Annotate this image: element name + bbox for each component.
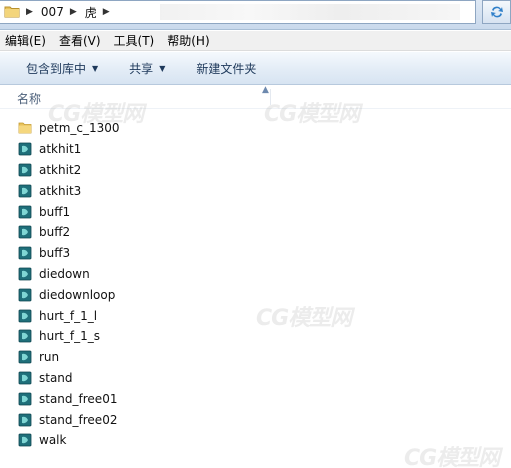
address-blur <box>160 4 460 20</box>
file-list: petm_c_1300 atkhit1 atkhit2 atkhit3 buff… <box>0 118 511 451</box>
list-item[interactable]: diedown <box>0 264 511 285</box>
list-item[interactable]: buff2 <box>0 222 511 243</box>
list-item-label: stand_free02 <box>39 412 118 427</box>
folder-icon <box>4 4 20 21</box>
list-item[interactable]: atkhit1 <box>0 139 511 160</box>
list-item[interactable]: stand_free01 <box>0 388 511 409</box>
list-item-label: buff3 <box>39 246 71 261</box>
menu-bar: 编辑(E) 查看(V) 工具(T) 帮助(H) <box>0 31 511 51</box>
list-item-label: petm_c_1300 <box>39 121 120 136</box>
refresh-button[interactable] <box>482 0 511 24</box>
list-item[interactable]: run <box>0 347 511 368</box>
list-item-label: atkhit2 <box>39 162 82 177</box>
list-item[interactable]: hurt_f_1_l <box>0 305 511 326</box>
refresh-icon <box>490 6 503 18</box>
file-icon <box>18 413 32 427</box>
file-icon <box>18 163 32 177</box>
menu-view[interactable]: 查看(V) <box>54 32 109 49</box>
file-icon <box>18 225 32 239</box>
file-icon <box>18 288 32 302</box>
address-box[interactable]: ▶ 007 ▶ 虎 ▶ <box>0 0 476 24</box>
list-item-label: run <box>39 350 60 365</box>
list-item[interactable]: walk <box>0 430 511 451</box>
list-item[interactable]: hurt_f_1_s <box>0 326 511 347</box>
breadcrumb-chevron-icon[interactable]: ▶ <box>26 7 33 17</box>
list-item[interactable]: stand <box>0 368 511 389</box>
breadcrumb-chevron-icon[interactable]: ▶ <box>103 7 110 17</box>
file-icon <box>18 142 32 156</box>
file-icon <box>18 329 32 343</box>
include-in-library-button[interactable]: 包含到库中 ▼ <box>26 60 98 77</box>
breadcrumb-item[interactable]: 007 <box>41 5 64 19</box>
list-item-label: stand_free01 <box>39 391 118 406</box>
menu-help[interactable]: 帮助(H) <box>162 32 217 49</box>
list-item-label: stand <box>39 370 73 385</box>
chevron-down-icon: ▼ <box>92 63 99 73</box>
file-icon <box>18 267 32 281</box>
list-item-label: hurt_f_1_l <box>39 308 98 323</box>
list-item[interactable]: stand_free02 <box>0 409 511 430</box>
list-item-label: buff1 <box>39 204 71 219</box>
list-item-label: hurt_f_1_s <box>39 329 100 344</box>
share-label: 共享 <box>129 61 154 76</box>
address-bar: ▶ 007 ▶ 虎 ▶ <box>0 0 511 30</box>
file-icon <box>18 433 32 447</box>
chevron-down-icon: ▼ <box>159 63 166 73</box>
list-item-label: buff2 <box>39 225 71 240</box>
list-item[interactable]: diedownloop <box>0 284 511 305</box>
list-item[interactable]: buff1 <box>0 201 511 222</box>
list-item-label: atkhit1 <box>39 142 82 157</box>
command-bar: 包含到库中 ▼ 共享 ▼ 新建文件夹 <box>0 52 511 85</box>
new-folder-label: 新建文件夹 <box>196 61 257 76</box>
menu-tools[interactable]: 工具(T) <box>109 32 163 49</box>
list-item-label: walk <box>39 433 67 448</box>
file-icon <box>18 371 32 385</box>
menu-edit[interactable]: 编辑(E) <box>0 32 54 49</box>
list-item-label: diedownloop <box>39 287 116 302</box>
folder-icon <box>18 121 32 135</box>
file-icon <box>18 309 32 323</box>
list-item[interactable]: buff3 <box>0 243 511 264</box>
file-icon <box>18 350 32 364</box>
column-name-header[interactable]: 名称 <box>17 90 41 107</box>
include-in-library-label: 包含到库中 <box>26 61 87 76</box>
share-button[interactable]: 共享 ▼ <box>129 60 165 77</box>
file-icon <box>18 392 32 406</box>
list-item-label: diedown <box>39 266 90 281</box>
file-icon <box>18 205 32 219</box>
new-folder-button[interactable]: 新建文件夹 <box>196 60 256 77</box>
list-item[interactable]: petm_c_1300 <box>0 118 511 139</box>
file-icon <box>18 246 32 260</box>
file-icon <box>18 184 32 198</box>
breadcrumb-item[interactable]: 虎 <box>85 4 97 21</box>
breadcrumb-chevron-icon[interactable]: ▶ <box>70 7 77 17</box>
sort-ascending-icon: ▲ <box>262 85 269 95</box>
list-item[interactable]: atkhit2 <box>0 160 511 181</box>
list-item[interactable]: atkhit3 <box>0 180 511 201</box>
list-item-label: atkhit3 <box>39 183 82 198</box>
